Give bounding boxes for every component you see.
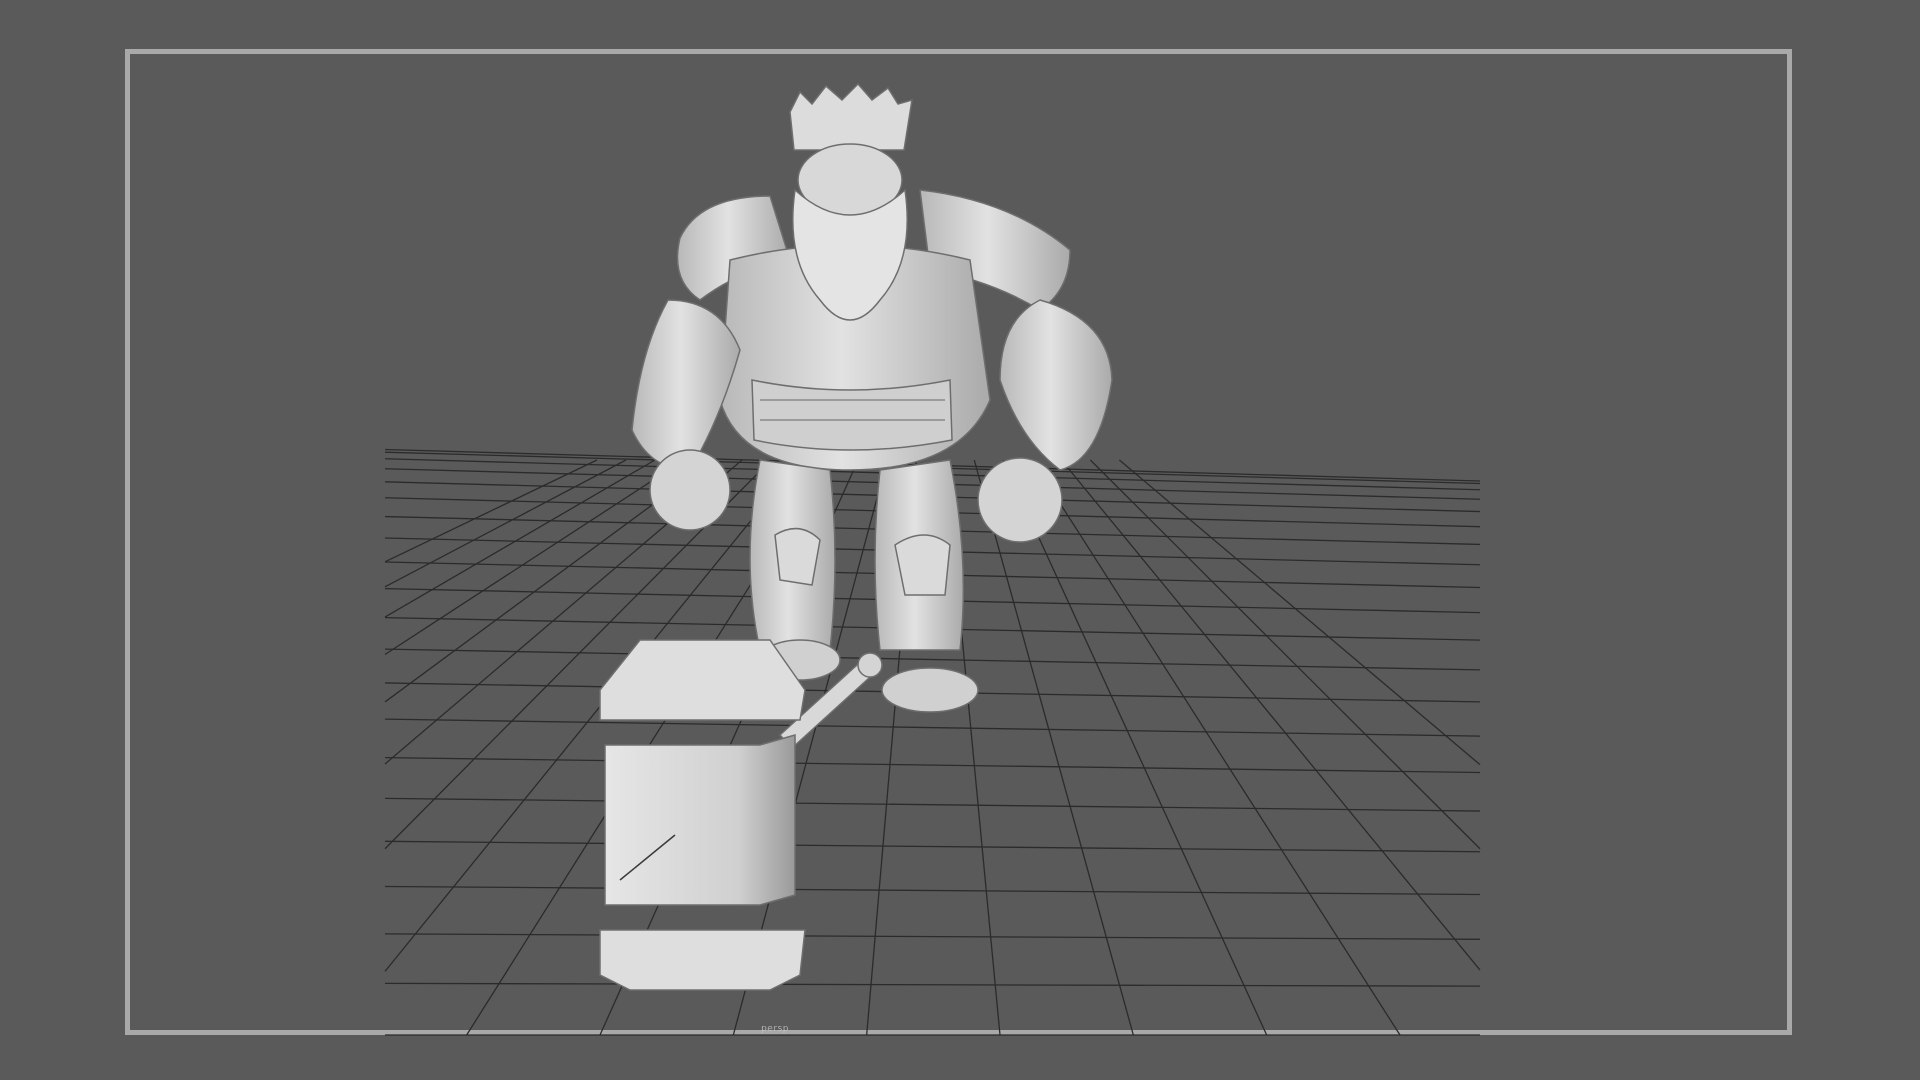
left-arm [631,299,741,471]
grid-column-line [1118,459,1481,766]
grid-row-line [384,840,1481,853]
dwarf-model[interactable] [631,82,1113,713]
grid-row-line [384,718,1481,737]
right-hand [977,457,1063,543]
crown [789,82,913,151]
grid-row-line [384,982,1481,987]
hammer-bottom-cap [599,929,806,991]
right-arm [999,299,1113,471]
grid-column-line [1002,459,1268,1036]
left-knee-guard [774,527,821,586]
grid-row-line [384,933,1481,940]
grid-row-line [384,648,1481,671]
grid-column-line [973,459,1134,1036]
hammer-head-body [604,734,796,906]
right-boot [881,667,979,713]
right-knee-guard [894,534,951,596]
scene-canvas[interactable] [0,0,1920,1080]
grid-row-line [384,885,1481,896]
belt [751,379,953,451]
left-hand [649,449,731,531]
grid-row-line [384,797,1481,812]
hammer-model[interactable] [599,639,883,991]
grid-column-line [384,459,627,588]
camera-name-label: persp [761,1024,789,1034]
grid-column-line [384,459,685,656]
hammer-top-cap [599,639,806,721]
grid-column-line [1089,459,1481,850]
3d-viewport[interactable]: persp [0,0,1920,1080]
grid-column-line [1031,459,1401,1036]
grid-column-line [384,459,598,563]
